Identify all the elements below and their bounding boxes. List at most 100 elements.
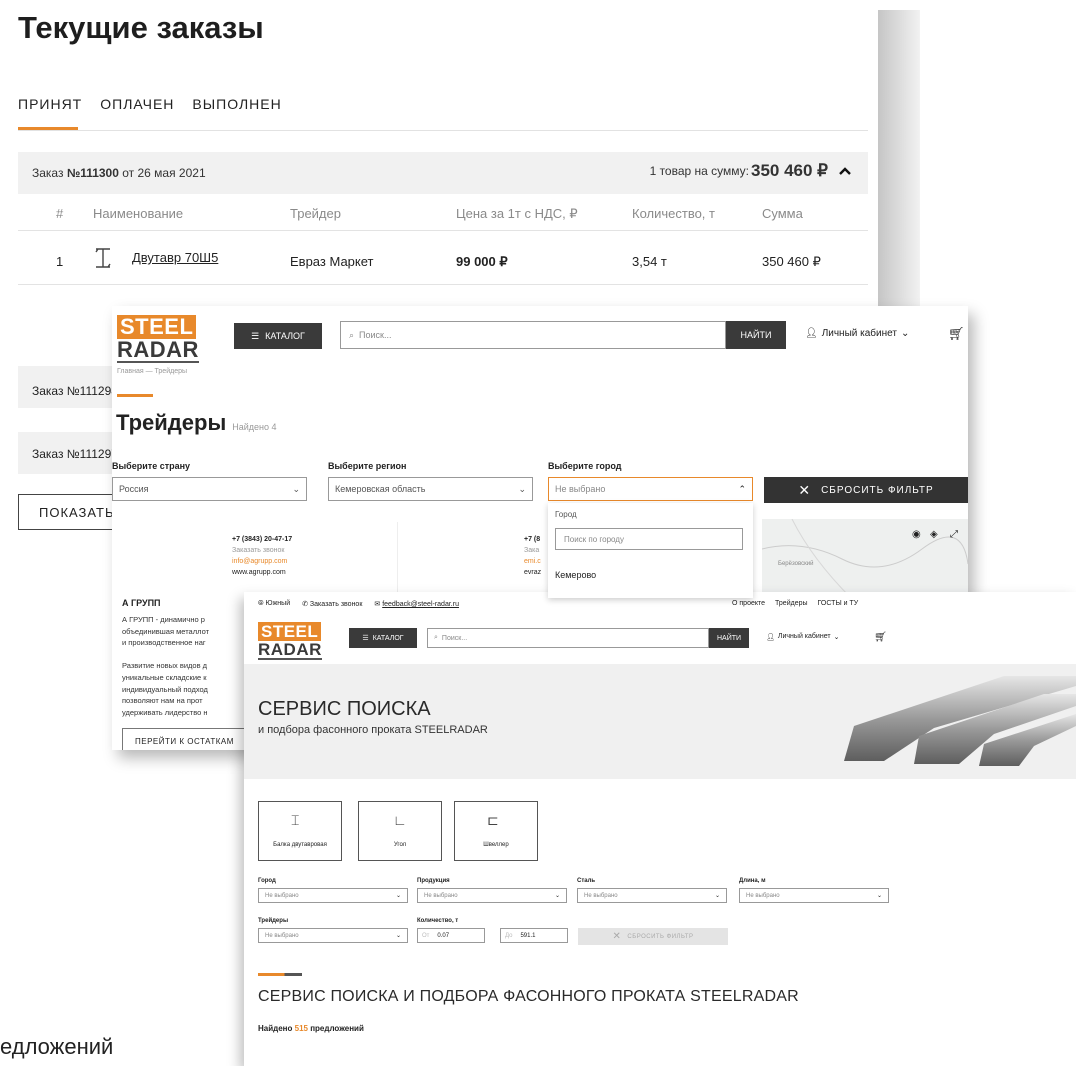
trader-card-2[interactable]: +7 (8 Зака emi.c evraz: [524, 534, 541, 578]
chevron-up-icon[interactable]: [838, 166, 852, 176]
call-link[interactable]: ✆ Заказать звонок: [302, 600, 362, 608]
menu-icon: ☰: [362, 635, 369, 642]
results-count: Найдено 515 предложений: [258, 1024, 364, 1033]
city-link[interactable]: ⦾ Южный: [258, 600, 290, 608]
card-site[interactable]: www.agrupp.com: [232, 567, 292, 578]
search-placeholder: Поиск...: [359, 330, 392, 340]
filter-length-select[interactable]: Не выбрано ⌄: [739, 888, 889, 903]
divider: [18, 130, 868, 131]
gosts-link[interactable]: ГОСТЫ и ТУ: [818, 600, 859, 607]
order-date: от 26 мая 2021: [118, 166, 206, 180]
catalog-button[interactable]: ☰ КАТАЛОГ: [349, 628, 417, 648]
top-bar-left: ⦾ Южный ✆ Заказать звонок ✉ feedback@ste…: [258, 600, 459, 608]
call-label: Заказать звонок: [309, 601, 363, 608]
chevron-down-icon: ⌄: [395, 893, 401, 899]
find-button[interactable]: НАЙТИ: [709, 628, 749, 648]
category-beam[interactable]: ⌶ Балка двутавровая: [258, 801, 342, 861]
city-option[interactable]: Кемерово: [555, 570, 596, 580]
filter-value: Не выбрано: [584, 892, 618, 899]
hero-banner: СЕРВИС ПОИСКА и подбора фасонного прокат…: [244, 664, 1076, 779]
cabinet-label: Личный кабинет: [777, 633, 831, 640]
filter-traders-select[interactable]: Не выбрано ⌄: [258, 928, 408, 943]
category-channel[interactable]: ⊏ Швеллер: [454, 801, 538, 861]
trader-card-1[interactable]: +7 (3843) 20-47-17 Заказать звонок info@…: [232, 534, 292, 578]
logo[interactable]: STEEL RADAR: [117, 315, 199, 363]
country-select[interactable]: Россия ⌄: [112, 477, 307, 501]
section-title: СЕРВИС ПОИСКА И ПОДБОРА ФАСОННОГО ПРОКАТ…: [258, 988, 799, 1005]
product-link[interactable]: Двутавр 70Ш5: [132, 250, 218, 265]
title-block: Трейдеры Найдено 4: [116, 410, 277, 436]
card-call[interactable]: Зака: [524, 545, 541, 556]
filter-product-select[interactable]: Не выбрано ⌄: [417, 888, 567, 903]
col-name: Наименование: [93, 206, 184, 221]
reset-filter-button[interactable]: ✕ СБРОСИТЬ ФИЛЬТР: [764, 477, 968, 503]
cabinet-label: Личный кабинет: [821, 328, 897, 339]
card-site[interactable]: evraz: [524, 567, 541, 578]
company-line: [122, 649, 209, 661]
card-email[interactable]: emi.c: [524, 556, 541, 567]
logo-bottom: RADAR: [258, 640, 322, 660]
tab-accepted[interactable]: ПРИНЯТ: [18, 96, 82, 112]
row-num: 1: [56, 254, 64, 269]
cabinet-link[interactable]: 👤︎ Личный кабинет ⌄: [805, 328, 909, 339]
order-header[interactable]: Заказ №111300 от 26 мая 2021 1 товар на …: [18, 152, 868, 194]
country-value: Россия: [119, 484, 149, 494]
tab-paid[interactable]: ОПЛАЧЕН: [100, 96, 174, 112]
filter-city-select[interactable]: Не выбрано ⌄: [258, 888, 408, 903]
menu-icon: ☰: [251, 330, 260, 341]
city-dropdown: Город Поиск по городу Кемерово: [548, 503, 753, 598]
company-line: и производственное наг: [122, 638, 206, 648]
zoom-icon[interactable]: ◉: [912, 529, 921, 540]
table-row: 1 Двутавр 70Ш5 Евраз Маркет 99 000 ₽ 3,5…: [18, 232, 868, 285]
chevron-down-icon: ⌄: [900, 328, 910, 339]
region-label: Выберите регион: [328, 461, 407, 471]
city-search-input[interactable]: Поиск по городу: [555, 528, 743, 550]
cart-icon[interactable]: 🛒︎: [948, 326, 965, 342]
map[interactable]: Берёзовский ◉ ◈ ⤢: [761, 518, 968, 600]
qty-to-input[interactable]: До 591.1: [500, 928, 568, 943]
filter-steel-label: Сталь: [577, 878, 596, 884]
filter-value: Не выбрано: [265, 892, 299, 899]
card-email[interactable]: info@agrupp.com: [232, 556, 292, 567]
tab-done[interactable]: ВЫПОЛНЕН: [192, 96, 281, 112]
traders-link[interactable]: Трейдеры: [775, 600, 807, 607]
layers-icon[interactable]: ◈: [930, 529, 938, 540]
close-icon: ✕: [798, 481, 812, 498]
filter-steel-select[interactable]: Не выбрано ⌄: [577, 888, 727, 903]
row-sum: 350 460 ₽: [762, 254, 821, 269]
fullscreen-icon[interactable]: ⤢: [950, 529, 958, 540]
category-angle[interactable]: ∟ Угол: [358, 801, 442, 861]
row-trader: Евраз Маркет: [290, 254, 374, 269]
email-link[interactable]: ✉ feedback@steel-radar.ru: [374, 600, 459, 608]
angle-icon: ∟: [393, 812, 407, 828]
clipped-caption: едложений: [0, 1034, 114, 1059]
search-input[interactable]: ⌕ Поиск...: [340, 321, 726, 349]
email-address: feedback@steel-radar.ru: [382, 601, 459, 608]
user-icon: 👤︎: [766, 634, 775, 641]
search-input[interactable]: ⌕ Поиск...: [427, 628, 709, 648]
find-button[interactable]: НАЙТИ: [726, 321, 786, 349]
logo-bottom: RADAR: [117, 337, 199, 363]
company-line: А ГРУПП - динамично р: [122, 615, 205, 624]
cart-icon[interactable]: 🛒︎: [874, 632, 887, 643]
qty-to-value: 591.1: [520, 932, 536, 939]
city-value: Не выбрано: [555, 484, 606, 494]
qty-from-input[interactable]: От 0.07: [417, 928, 485, 943]
region-select[interactable]: Кемеровская область ⌄: [328, 477, 533, 501]
chevron-down-icon: ⌄: [518, 483, 526, 494]
order-summary-text: 1 товар на сумму:: [649, 164, 749, 178]
category-label: Балка двутавровая: [273, 842, 327, 848]
about-link[interactable]: О проекте: [732, 600, 765, 607]
card-call[interactable]: Заказать звонок: [232, 545, 292, 556]
title-accent: [117, 394, 153, 397]
cabinet-link[interactable]: 👤︎ Личный кабинет ⌄: [766, 633, 839, 641]
company-line: объединившая металлот: [122, 626, 210, 636]
logo[interactable]: STEEL RADAR: [258, 622, 322, 660]
company-line: позволяют нам на прот: [122, 696, 203, 706]
catalog-button[interactable]: ☰ КАТАЛОГ: [234, 323, 322, 349]
reset-filter-button[interactable]: ✕ СБРОСИТЬ ФИЛЬТР: [578, 928, 728, 945]
filter-traders-label: Трейдеры: [258, 918, 289, 924]
filter-value: Не выбрано: [424, 892, 458, 899]
table-header: # Наименование Трейдер Цена за 1т с НДС,…: [18, 196, 868, 231]
city-select[interactable]: Не выбрано ⌃: [548, 477, 753, 501]
